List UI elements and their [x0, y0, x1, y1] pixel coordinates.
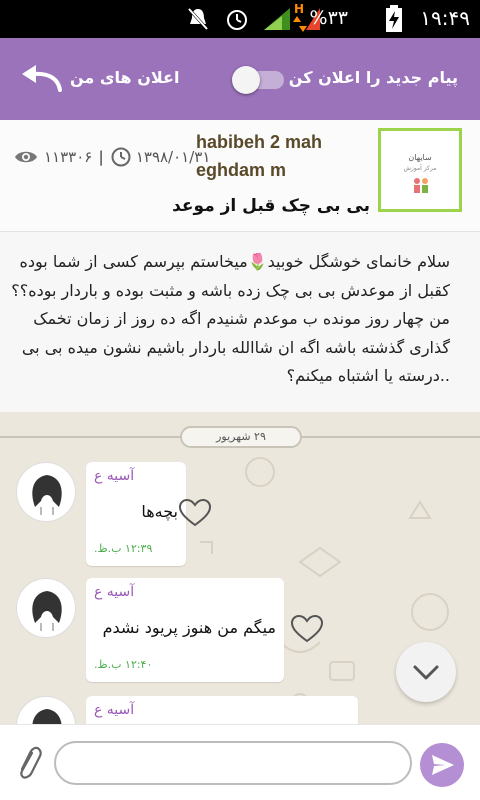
post-meta: ۱۱۳۳۰۶ | ۱۳۹۸/۰۱/۳۱	[14, 146, 210, 168]
battery-percent: %۳۳	[309, 7, 348, 29]
scroll-down-button[interactable]	[396, 642, 456, 702]
view-count: ۱۱۳۳۰۶	[44, 148, 93, 166]
post-date: ۱۳۹۸/۰۱/۳۱	[135, 148, 211, 166]
avatar-hair-icon	[32, 475, 62, 515]
post-card[interactable]: سایهان مرکز آموزش habibeh 2 mah eghdam m…	[0, 120, 480, 232]
message-sender[interactable]: آسیه ع	[94, 702, 134, 718]
message-sender[interactable]: آسیه ع	[94, 584, 134, 600]
message-text: بچه‌ها	[141, 502, 178, 521]
heart-icon[interactable]	[178, 498, 212, 528]
message-input[interactable]	[54, 741, 412, 785]
chevron-down-icon	[413, 665, 439, 680]
network-type: H	[294, 2, 305, 16]
paperclip-icon[interactable]	[14, 743, 42, 783]
post-thumbnail[interactable]: سایهان مرکز آموزش	[378, 128, 462, 212]
message-sender[interactable]: آسیه ع	[94, 468, 134, 484]
avatar[interactable]	[16, 578, 76, 638]
send-button[interactable]	[420, 743, 464, 787]
notify-toggle[interactable]	[232, 66, 286, 94]
toggle-knob	[232, 66, 260, 94]
message-bubble[interactable]: آسیه ع بچه‌ها ۱۲:۳۹ ب.ظ.	[86, 462, 186, 566]
message-bubble[interactable]: آسیه ع میگم من هنوز پریود نشدم ۱۲:۴۰ ب.ظ…	[86, 578, 284, 682]
date-divider: ۲۹ شهریور	[180, 426, 302, 448]
message-time: ۱۲:۳۹ ب.ظ.	[94, 542, 153, 555]
thumbnail-illustration-icon	[414, 178, 428, 193]
avatar-hair-icon	[32, 591, 62, 631]
message-input-bar	[0, 724, 480, 800]
signal-icon	[264, 8, 290, 30]
thumbnail-subtitle: مرکز آموزش	[403, 165, 437, 172]
my-notifications-label[interactable]: اعلان های من	[70, 68, 179, 87]
thumbnail-title: سایهان	[408, 153, 432, 162]
send-icon	[432, 755, 454, 775]
back-arrow-icon[interactable]	[20, 64, 64, 94]
data-arrows-icon	[293, 16, 307, 32]
post-title: بی بی چک قبل از موعد	[172, 196, 370, 216]
post-body: سلام خانمای خوشگل خوبید🌷میخاستم بپرسم کس…	[0, 232, 480, 412]
date-divider-line-right	[302, 436, 480, 438]
status-bar: H %۳۳ ۱۹:۴۹	[0, 0, 480, 38]
battery-charging-icon	[386, 5, 402, 32]
meta-separator: |	[98, 148, 104, 166]
message-text: میگم من هنوز پریود نشدم	[102, 618, 276, 637]
eye-icon	[15, 151, 37, 163]
message-bubble[interactable]: آسیه ع	[86, 696, 358, 724]
clock-icon	[111, 147, 131, 167]
date-divider-line-left	[0, 436, 180, 438]
mute-icon	[187, 7, 209, 31]
status-clock: ۱۹:۴۹	[420, 6, 470, 30]
alarm-icon	[227, 10, 247, 30]
notify-new-message-label: پیام جدید را اعلان کن	[288, 68, 458, 87]
message-time: ۱۲:۴۰ ب.ظ.	[94, 658, 153, 671]
app-header: پیام جدید را اعلان کن اعلان های من	[0, 38, 480, 120]
post-author[interactable]: habibeh 2 mah eghdam m	[196, 128, 356, 184]
heart-icon[interactable]	[290, 614, 324, 644]
avatar[interactable]	[16, 462, 76, 522]
